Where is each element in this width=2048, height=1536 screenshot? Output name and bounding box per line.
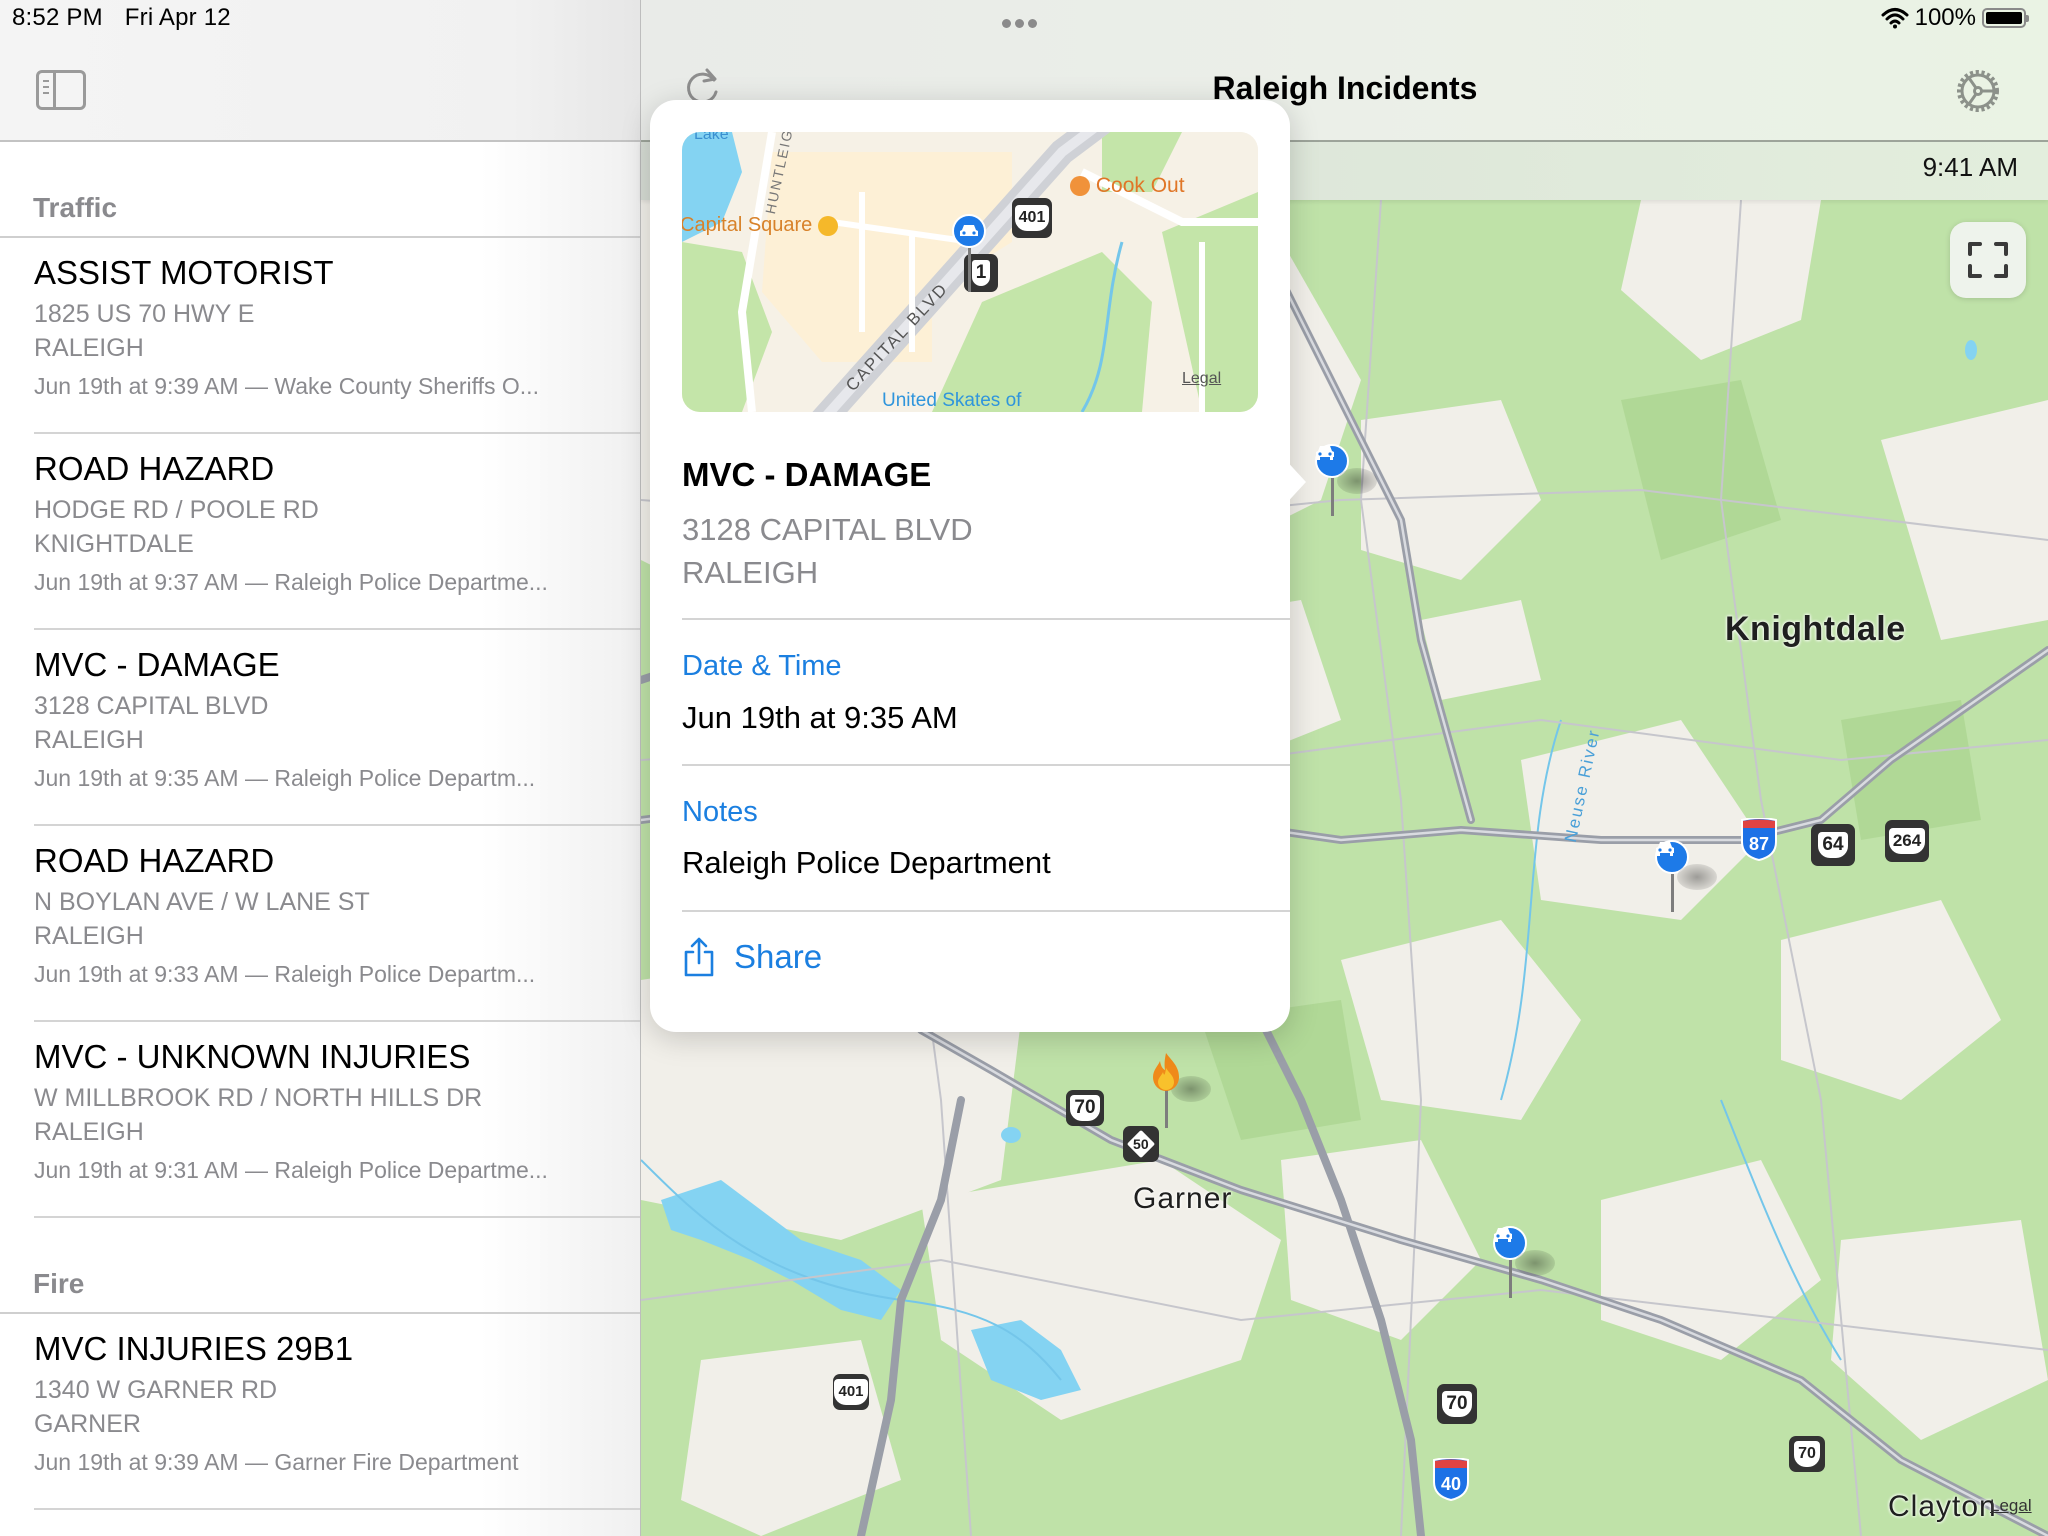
incident-city: RALEIGH (34, 922, 144, 950)
popover-city: RALEIGH (682, 555, 819, 590)
row-divider (34, 1508, 640, 1510)
state-route-shield-50: 50 (1123, 1126, 1159, 1162)
incident-city: KNIGHTDALE (34, 530, 194, 558)
date-time-label: Date & Time (682, 650, 842, 682)
battery-percent: 100% (1914, 4, 1976, 31)
map-pin-traffic[interactable] (1655, 840, 1717, 912)
incident-title: MVC - DAMAGE (34, 646, 280, 683)
section-header-fire: Fire (33, 1268, 85, 1299)
gear-icon[interactable] (1953, 66, 2003, 116)
multitasking-dots[interactable] (1002, 15, 1041, 33)
place-label-knightdale: Knightdale (1725, 610, 1906, 648)
svg-text:87: 87 (1749, 834, 1769, 854)
us-route-shield-70: 70 (1066, 1090, 1104, 1126)
popover-map-preview[interactable]: Lake HUNTLEIG Capital Square Cook Out CA… (682, 132, 1258, 412)
incident-title: ASSIST MOTORIST (34, 254, 334, 291)
incident-address: 1340 W GARNER RD (34, 1376, 278, 1404)
us-route-shield-64: 64 (1811, 824, 1855, 866)
map-poi-united-skates: United Skates of (882, 390, 1022, 411)
interstate-shield-40: 40 (1433, 1458, 1469, 1502)
flame-icon (1153, 1053, 1179, 1091)
list-item[interactable]: MVC - DAMAGE 3128 CAPITAL BLVD RALEIGH J… (34, 630, 640, 826)
incident-city: RALEIGH (34, 1118, 144, 1146)
incident-meta: Jun 19th at 9:39 AM — Wake County Sherif… (34, 373, 539, 399)
incident-title: MVC - UNKNOWN INJURIES (34, 1038, 471, 1075)
car-icon (952, 214, 986, 248)
sidebar-navbar: 8:52 PM Fri Apr 12 (0, 0, 640, 142)
popover-divider (682, 910, 1290, 912)
list-item[interactable]: ROAD HAZARD HODGE RD / POOLE RD KNIGHTDA… (34, 434, 640, 630)
popover-arrow (1282, 456, 1306, 508)
map-legal-link[interactable]: Legal (1182, 370, 1221, 388)
incident-address: 3128 CAPITAL BLVD (34, 692, 269, 720)
us-route-shield-401: 401 (833, 1374, 869, 1410)
date-time-value: Jun 19th at 9:35 AM (682, 700, 958, 735)
map-pin-traffic[interactable] (1493, 1226, 1555, 1298)
place-label-clayton: Clayton (1888, 1490, 1997, 1523)
shopping-bag-icon (817, 215, 838, 236)
map-legal-link[interactable]: Legal (1990, 1496, 2032, 1516)
map-pin-traffic[interactable] (1315, 444, 1377, 516)
interstate-shield-87: 87 (1741, 818, 1777, 862)
wifi-icon (1881, 8, 1909, 29)
incident-address: HODGE RD / POOLE RD (34, 496, 319, 524)
sidebar-toggle-icon[interactable] (36, 70, 86, 110)
share-label: Share (734, 938, 823, 975)
incident-title: MVC INJURIES 29B1 (34, 1330, 354, 1367)
row-divider (34, 1216, 640, 1218)
list-item[interactable]: ROAD HAZARD N BOYLAN AVE / W LANE ST RAL… (34, 826, 640, 1022)
incident-address: N BOYLAN AVE / W LANE ST (34, 888, 370, 916)
incident-city: RALEIGH (34, 726, 144, 754)
status-bar-left: 8:52 PM Fri Apr 12 (12, 4, 253, 32)
us-route-shield-401: 401 (1012, 198, 1052, 238)
incident-city: GARNER (34, 1410, 141, 1438)
incident-meta: Jun 19th at 9:31 AM — Raleigh Police Dep… (34, 1157, 548, 1183)
popover-address: 3128 CAPITAL BLVD (682, 512, 973, 547)
us-route-shield-264: 264 (1885, 820, 1929, 862)
incident-meta: Jun 19th at 9:37 AM — Raleigh Police Dep… (34, 569, 548, 595)
incident-meta: Jun 19th at 9:39 AM — Garner Fire Depart… (34, 1449, 519, 1475)
popover-divider (682, 764, 1290, 766)
section-header-traffic: Traffic (33, 192, 118, 223)
list-item[interactable]: MVC - UNKNOWN INJURIES W MILLBROOK RD / … (34, 1022, 640, 1218)
fullscreen-icon (1968, 242, 2008, 278)
map-label-lake: Lake (694, 132, 729, 143)
last-updated-time: 9:41 AM (1922, 152, 2018, 182)
incident-address: 1825 US 70 HWY E (34, 300, 255, 328)
popover-title: MVC - DAMAGE (682, 456, 932, 493)
incident-city: RALEIGH (34, 334, 144, 362)
status-date: Fri Apr 12 (124, 4, 231, 31)
incident-address: W MILLBROOK RD / NORTH HILLS DR (34, 1084, 483, 1112)
notes-value: Raleigh Police Department (682, 845, 1051, 880)
food-icon (1070, 176, 1090, 197)
us-route-shield-70: 70 (1789, 1436, 1825, 1472)
map-poi-cook-out: Cook Out (1070, 174, 1185, 198)
battery-icon (1982, 8, 2029, 28)
list-item[interactable]: MVC INJURIES 29B1 1340 W GARNER RD GARNE… (34, 1314, 640, 1510)
map-poi-capital-square: Capital Square (682, 214, 838, 237)
status-time: 8:52 PM (12, 4, 103, 31)
place-label-garner: Garner (1133, 1182, 1233, 1215)
list-item[interactable]: ASSIST MOTORIST 1825 US 70 HWY E RALEIGH… (34, 238, 640, 434)
share-icon (684, 937, 714, 977)
notes-label: Notes (682, 796, 758, 828)
share-button[interactable]: Share (682, 934, 822, 980)
incident-meta: Jun 19th at 9:33 AM — Raleigh Police Dep… (34, 961, 536, 987)
incident-list: Traffic ASSIST MOTORIST 1825 US 70 HWY E… (0, 142, 640, 1536)
popover-divider (682, 618, 1290, 620)
incident-title: ROAD HAZARD (34, 450, 275, 487)
map-pin-traffic-selected[interactable] (952, 214, 988, 292)
status-bar-right: 100% (1881, 4, 2029, 32)
us-route-shield-70: 70 (1437, 1384, 1477, 1424)
svg-text:40: 40 (1441, 1474, 1461, 1494)
incident-title: ROAD HAZARD (34, 842, 275, 879)
fullscreen-button[interactable] (1950, 222, 2026, 298)
incident-meta: Jun 19th at 9:35 AM — Raleigh Police Dep… (34, 765, 536, 791)
